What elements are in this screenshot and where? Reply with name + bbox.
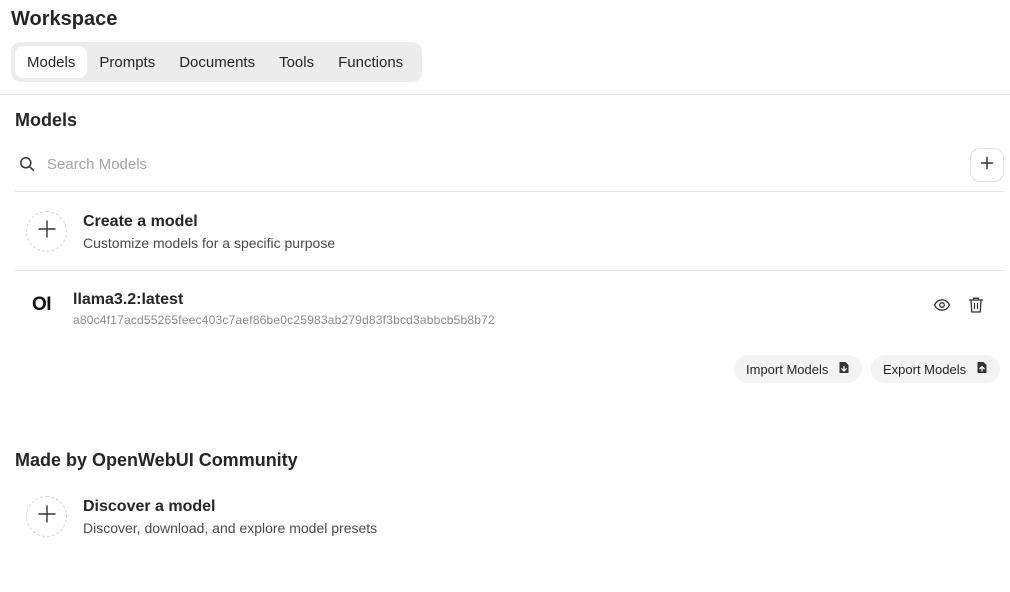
models-section-title: Models: [15, 110, 78, 130]
model-name: llama3.2:latest: [73, 291, 184, 308]
community-section-title: Made by OpenWebUI Community: [15, 450, 298, 470]
discover-model-title: Discover a model: [83, 497, 216, 515]
plus-icon: [37, 505, 56, 528]
page-title: Workspace: [11, 8, 118, 30]
divider: [15, 191, 1004, 192]
discover-model-card[interactable]: Discover a model Discover, download, and…: [26, 496, 377, 537]
view-model-button[interactable]: [931, 296, 953, 318]
create-model-card[interactable]: Create a model Customize models for a sp…: [26, 211, 335, 252]
plus-circle: [26, 496, 67, 537]
workspace-tabs: Models Prompts Documents Tools Functions: [11, 42, 422, 82]
create-model-subtitle: Customize models for a specific purpose: [83, 234, 336, 251]
model-row[interactable]: OI llama3.2:latest a80c4f17acd55265feec4…: [15, 282, 1004, 332]
tab-documents[interactable]: Documents: [167, 46, 267, 78]
import-models-button[interactable]: Import Models: [734, 355, 863, 383]
create-model-title: Create a model: [83, 212, 198, 230]
file-export-icon: [976, 361, 988, 377]
plus-icon: [37, 220, 56, 243]
model-hash: a80c4f17acd55265feec403c7aef86be0c25983a…: [73, 313, 495, 327]
divider: [15, 270, 1004, 271]
search-input[interactable]: [47, 155, 927, 173]
tab-tools[interactable]: Tools: [267, 46, 326, 78]
eye-icon: [933, 296, 951, 319]
model-logo: OI: [32, 294, 52, 315]
trash-icon: [968, 296, 984, 319]
add-model-button[interactable]: [970, 148, 1004, 182]
header-divider: [0, 94, 1010, 95]
tab-functions[interactable]: Functions: [326, 46, 415, 78]
search-icon: [15, 152, 39, 176]
import-models-label: Import Models: [746, 361, 829, 377]
delete-model-button[interactable]: [965, 296, 987, 318]
search-bar: [15, 146, 1004, 182]
export-models-button[interactable]: Export Models: [871, 355, 1001, 383]
tab-models[interactable]: Models: [15, 46, 88, 78]
plus-circle: [26, 211, 67, 252]
file-import-icon: [838, 361, 850, 377]
tab-prompts[interactable]: Prompts: [87, 46, 167, 78]
export-models-label: Export Models: [883, 361, 967, 377]
plus-icon: [980, 156, 994, 175]
discover-model-subtitle: Discover, download, and explore model pr…: [83, 519, 378, 536]
